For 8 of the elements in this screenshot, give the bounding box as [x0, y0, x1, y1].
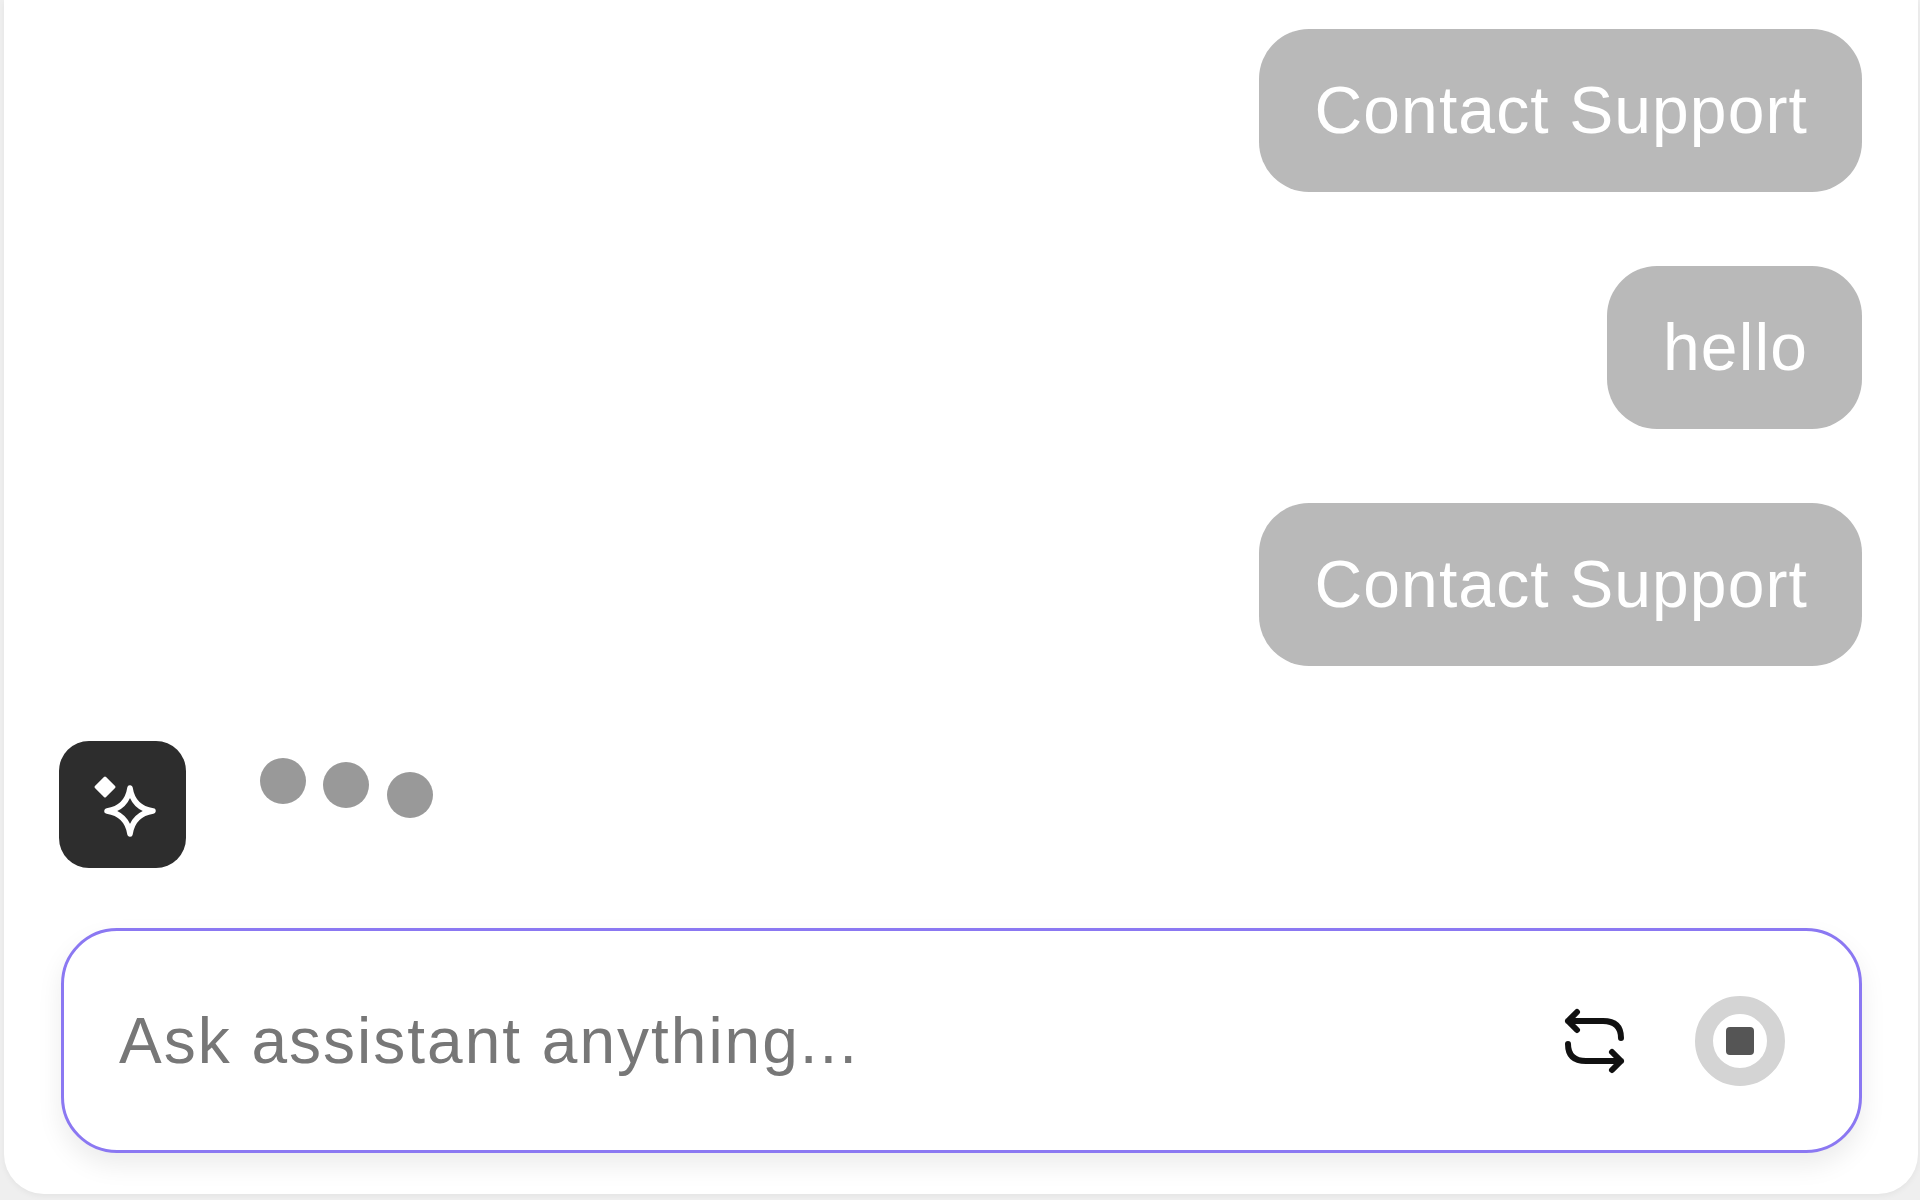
message-bubble: Contact Support: [1258, 29, 1862, 192]
sparkle-icon: [59, 741, 186, 868]
message-bubble: hello: [1607, 266, 1862, 429]
stop-icon[interactable]: [1695, 995, 1785, 1086]
message-composer[interactable]: Ask assistant anything...: [61, 928, 1862, 1153]
message-bubble: Contact Support: [1258, 503, 1862, 666]
swap-arrows-icon[interactable]: [1563, 1006, 1626, 1075]
message-input-field[interactable]: Ask assistant anything...: [119, 1003, 1523, 1078]
